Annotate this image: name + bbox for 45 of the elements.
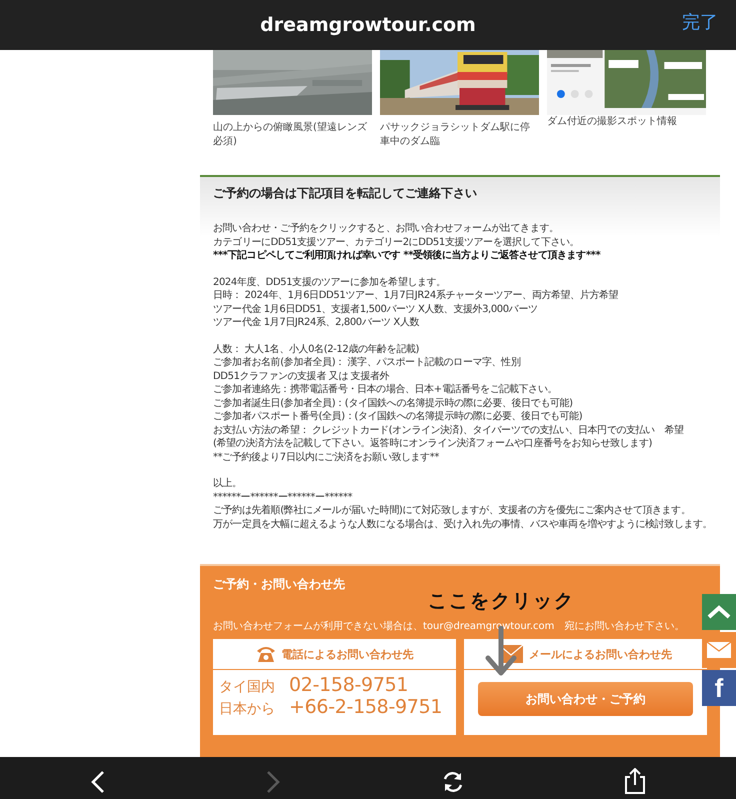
chevron-up-icon	[707, 605, 731, 619]
notice-line: 以上。	[213, 477, 242, 490]
phone-label: 日本から	[219, 700, 276, 718]
notice-line: ツアー代金 1月6日DD51、支援者1,500バーツ X人数、支援外3,000バーツ	[213, 302, 538, 316]
notice-line: ***下記コピペしてご利用頂ければ幸いです **受領後に当方よりご返答させて頂きます***	[213, 249, 600, 262]
notice-line: 万が一定員を大幅に超えるような人数になる場合は、受け入れ先の事情、バスや車両を増やすように検討致します。	[213, 518, 712, 531]
notice-line: ご参加者連絡先：携帯電話番号・日本の場合、日本+電話番号をご記載下さい。	[213, 383, 557, 396]
facebook-button[interactable]: f	[702, 670, 736, 706]
page-address: dreamgrowtour.com	[260, 14, 476, 36]
notice-line: カテゴリーにDD51支援ツアー、カテゴリー2にDD51支援ツアーを選択して下さい。	[213, 236, 580, 249]
photo-caption: パサックジョラシットダム駅に停車中のダム臨	[380, 121, 531, 149]
notice-line: お支払い方法の希望： クレジットカード(オンライン決済)、タイバーツでの支払い、日本円での支払い 希望	[213, 424, 684, 437]
notice-line: ご参加者パスポート番号(全員)：(タイ国鉄への名簿提示時の際に必要、後日でも可能)	[213, 410, 582, 424]
telephone-icon	[256, 645, 276, 663]
callout-text: ここをクリック	[428, 590, 575, 612]
notice-line: DD51クラファンの支援者 又は 支援者外	[213, 370, 390, 383]
back-icon	[88, 770, 107, 794]
back-button[interactable]	[88, 770, 107, 794]
notice-line: 2024年度、DD51支援のツアーに参加を希望します。	[213, 276, 446, 289]
phone-number: 02-158-9751	[289, 674, 408, 696]
envelope-icon	[706, 641, 732, 659]
photo-caption: ダム付近の撮影スポット情報	[547, 115, 678, 129]
contact-note: お問い合わせフォームが利用できない場合は、tour@dreamgrowtour.com 宛にお問い合わせ下さい。	[213, 620, 684, 633]
back-to-top-button[interactable]	[702, 594, 736, 630]
phone-card-title: 電話によるお問い合わせ先	[282, 646, 414, 662]
notice-line: (希望の決済方法を記載して下さい。返答時にオンライン決済フォームや口座番号をお知らせ致します)	[213, 437, 652, 450]
notice-line: ご参加者誕生日(参加者全員)：(タイ国鉄への名簿提示時の際に必要、後日でも可能)	[213, 396, 573, 410]
share-button[interactable]	[623, 768, 648, 795]
phone-number: +66-2-158-9751	[289, 696, 442, 718]
notice-line: **ご予約後より7日以内にご決済をお願い致します**	[213, 450, 439, 464]
contact-heading: ご予約・お問い合わせ先	[213, 576, 346, 593]
notice-line: ツアー代金 1月7日JR24系、2,800バーツ X人数	[213, 316, 419, 330]
notice-heading: ご予約の場合は下記項目を転記してご連絡下さい	[213, 185, 478, 202]
notice-line: 日時： 2024年、1月6日DD51ツアー、1月7日JR24系チャーターツアー、両方希望、片方希望	[213, 289, 618, 302]
mail-card-title: メールによるお問い合わせ先	[529, 646, 672, 662]
forward-icon	[264, 770, 282, 794]
notice-line: 人数： 大人1名、小人0名(2-12歳の年齢を記載)	[213, 342, 420, 356]
photo-caption: 山の上からの俯瞰風景(望遠レンズ必須)	[213, 121, 368, 149]
notice-line: ご参加者お名前(参加者全員)： 漢字、パスポート記載のローマ字、性別	[213, 356, 520, 370]
phone-label: タイ国内	[219, 678, 276, 696]
notice-line: ご予約は先着順(弊社にメールが届いた時間)にて対応致しますが、支援者の方を優先にご案内させて頂きます。	[213, 504, 690, 518]
notice-line: お問い合わせ・ご予約をクリックすると、お問い合わせフォームが出てきます。	[213, 222, 559, 236]
notice-line: ******ー******ー******ー******	[213, 490, 352, 504]
share-icon	[623, 768, 648, 795]
done-button[interactable]: 完了	[682, 10, 718, 34]
